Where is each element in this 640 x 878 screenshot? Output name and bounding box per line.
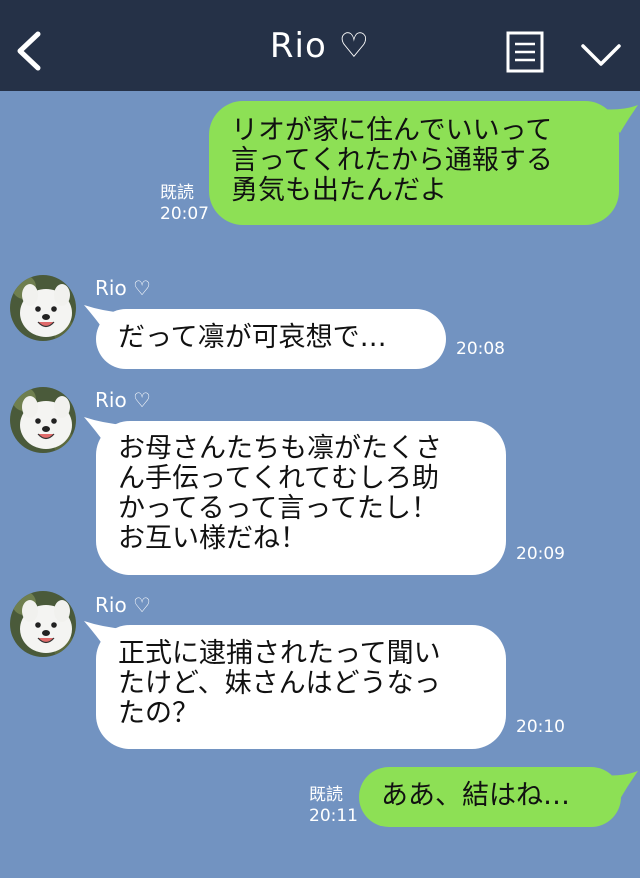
dog-avatar-icon — [10, 275, 76, 341]
message-time: 20:09 — [516, 544, 565, 564]
chat-header: Rio ♡ — [0, 0, 640, 91]
dog-avatar-icon — [10, 387, 76, 453]
message-time: 20:10 — [516, 717, 565, 737]
dog-avatar-icon — [10, 591, 76, 657]
message-time: 20:07 — [160, 204, 209, 224]
message-bubble[interactable]: 正式に逮捕されたって聞い たけど、妹さんはどうなっ たの？ — [96, 625, 506, 749]
message-bubble[interactable]: だって凛が可哀想で… — [96, 309, 446, 369]
chat-title: Rio ♡ — [269, 26, 371, 66]
message-bubble[interactable]: ああ、結はね… — [359, 767, 621, 827]
avatar[interactable] — [10, 387, 76, 453]
message-list[interactable]: 既読 20:07 リオが家に住んでいいって 言ってくれたから通報する 勇気も出た… — [0, 91, 640, 878]
avatar[interactable] — [10, 591, 76, 657]
read-receipt: 既読 — [160, 183, 194, 203]
message-text: ああ、結はね… — [381, 780, 570, 811]
bubble-tail — [600, 105, 638, 133]
message-bubble[interactable]: リオが家に住んでいいって 言ってくれたから通報する 勇気も出たんだよ — [209, 101, 619, 225]
note-list-icon[interactable] — [506, 31, 544, 73]
bubble-tail — [600, 771, 638, 799]
chevron-down-icon[interactable] — [580, 42, 622, 68]
message-text: 正式に逮捕されたって聞い たけど、妹さんはどうなっ たの？ — [118, 638, 441, 729]
avatar[interactable] — [10, 275, 76, 341]
message-bubble[interactable]: お母さんたちも凛がたくさ ん手伝ってくれてむしろ助 かってるって言ってたし！ お… — [96, 421, 506, 575]
message-time: 20:11 — [309, 806, 358, 826]
message-time: 20:08 — [456, 339, 505, 359]
message-text: リオが家に住んでいいって 言ってくれたから通報する 勇気も出たんだよ — [231, 115, 553, 206]
message-meta: 既読 20:11 — [309, 785, 358, 827]
sender-name: Rio ♡ — [95, 388, 151, 412]
sender-name: Rio ♡ — [95, 276, 151, 300]
sender-name: Rio ♡ — [95, 593, 151, 617]
read-receipt: 既読 — [309, 785, 343, 805]
message-text: お母さんたちも凛がたくさ ん手伝ってくれてむしろ助 かってるって言ってたし！ お… — [118, 433, 442, 554]
message-meta: 既読 20:07 — [160, 183, 209, 225]
message-text: だって凛が可哀想で… — [118, 322, 387, 353]
